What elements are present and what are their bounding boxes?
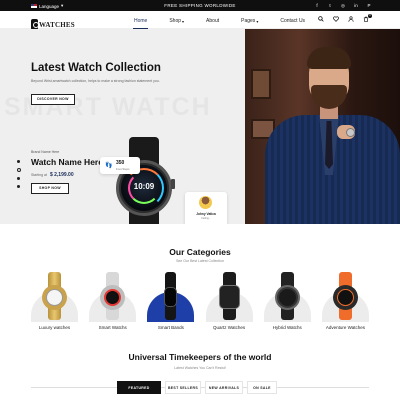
model-wrist-watch bbox=[346, 128, 355, 137]
model-photo bbox=[245, 29, 400, 224]
category-label: Smart Watchs bbox=[98, 325, 127, 330]
nav-shop[interactable]: Shop ▾ bbox=[169, 16, 184, 26]
cart-icon[interactable]: 0 bbox=[363, 14, 372, 23]
main-header: WATCHES WATCHES STORE Home Shop▾ About P… bbox=[0, 11, 400, 35]
category-hybrid[interactable]: Hybrid Watchs bbox=[263, 270, 311, 330]
caller-status: Calling... bbox=[201, 217, 211, 220]
nav-about[interactable]: About bbox=[206, 16, 219, 26]
main-nav: Home Shop ▾ About Pages ▾ Contact Us bbox=[132, 16, 327, 29]
chevron-down-icon: ▾ bbox=[182, 18, 185, 24]
facebook-icon[interactable]: f bbox=[314, 3, 320, 9]
categories-subtitle: See Our Best Latest Collection bbox=[176, 259, 224, 263]
top-bar: Language ▾ FREE SHIPPING WORLDWIDE f t ◎… bbox=[0, 0, 400, 11]
slider-dot[interactable] bbox=[17, 177, 20, 180]
social-links: f t ◎ in P bbox=[314, 3, 372, 9]
discover-now-button[interactable]: DISCOVER NOW bbox=[31, 94, 75, 105]
steps-label: Foot Steps bbox=[116, 167, 130, 171]
instagram-icon[interactable]: ◎ bbox=[340, 3, 346, 9]
model-hair bbox=[307, 47, 351, 69]
hero-title: Latest Watch Collection bbox=[31, 62, 161, 74]
category-image bbox=[31, 270, 78, 322]
tab-new-arrivals[interactable]: NEW ARRIVALS bbox=[205, 381, 243, 394]
category-label: Smart Bands bbox=[157, 325, 184, 330]
category-label: Luxury watches bbox=[38, 325, 71, 330]
category-image bbox=[205, 270, 253, 322]
background-shelf bbox=[251, 69, 271, 99]
slider-dot[interactable] bbox=[17, 185, 20, 188]
slider-dot[interactable] bbox=[17, 160, 20, 163]
category-image bbox=[321, 270, 369, 322]
linkedin-icon[interactable]: in bbox=[353, 3, 359, 9]
category-label: Adventure Watches bbox=[325, 325, 365, 330]
pinterest-icon[interactable]: P bbox=[366, 3, 372, 9]
caller-avatar bbox=[199, 196, 212, 209]
timekeepers-title: Universal Timekeepers of the world bbox=[128, 352, 272, 362]
header-actions: 0 bbox=[318, 14, 372, 23]
slider-dot-active[interactable] bbox=[16, 168, 21, 172]
price-row: Starting at $ 2,199.00 bbox=[31, 172, 74, 178]
category-label: Quartz Watches bbox=[213, 325, 246, 330]
category-smart-bands[interactable]: Smart Bands bbox=[147, 270, 195, 330]
category-adventure[interactable]: Adventure Watches bbox=[321, 270, 369, 330]
hero-banner: SMART WATCH Latest Watch Collection Beyo… bbox=[0, 29, 400, 224]
price-label: Starting at bbox=[31, 173, 47, 177]
category-list: Luxury watches Smart Watchs Smart Bands … bbox=[31, 270, 369, 330]
steps-card: 👣 350 Foot Steps bbox=[100, 157, 140, 174]
tab-best-sellers[interactable]: BEST SELLERS bbox=[165, 381, 201, 394]
watch-crown bbox=[171, 179, 175, 189]
brand-name: Brand Name Here bbox=[31, 150, 60, 154]
price-value: $ 2,199.00 bbox=[49, 172, 74, 178]
smartwatch-image: 10:09 bbox=[104, 137, 184, 224]
search-icon[interactable] bbox=[318, 16, 324, 23]
cart-count-badge: 0 bbox=[368, 14, 372, 18]
caller-name: Johny Vatica bbox=[196, 212, 216, 216]
category-smart-watches[interactable]: Smart Watchs bbox=[89, 270, 137, 330]
hero-subtitle: Beyond Wrist,smartwatch collection, help… bbox=[31, 79, 160, 83]
chevron-down-icon: ▾ bbox=[256, 18, 259, 24]
slider-dots bbox=[16, 160, 21, 188]
watch-name: Watch Name Here bbox=[31, 157, 103, 167]
nav-pages[interactable]: Pages ▾ bbox=[241, 16, 258, 26]
incoming-call-card: Johny Vatica Calling... ✆ ✆ bbox=[185, 192, 227, 224]
nav-home[interactable]: Home bbox=[132, 16, 149, 29]
twitter-icon[interactable]: t bbox=[327, 3, 333, 9]
tab-on-sale[interactable]: ON SALE bbox=[247, 381, 277, 394]
tab-featured[interactable]: FEATURED bbox=[117, 381, 161, 394]
category-label: Hybrid Watchs bbox=[272, 325, 302, 330]
product-tabs: FEATURED BEST SELLERS NEW ARRIVALS ON SA… bbox=[117, 381, 277, 394]
footsteps-icon: 👣 bbox=[105, 163, 113, 169]
category-image bbox=[263, 270, 311, 322]
watch-time: 10:09 bbox=[133, 182, 155, 191]
nav-contact[interactable]: Contact Us bbox=[280, 16, 305, 26]
category-image bbox=[147, 270, 195, 322]
heart-icon[interactable] bbox=[333, 16, 339, 23]
category-image bbox=[89, 270, 137, 322]
steps-value: 350 bbox=[116, 160, 125, 166]
logo-text: WATCHES bbox=[39, 21, 75, 29]
category-luxury[interactable]: Luxury watches bbox=[31, 270, 78, 330]
shop-now-button[interactable]: SHOP NOW bbox=[31, 183, 69, 194]
categories-title: Our Categories bbox=[169, 247, 231, 257]
timekeepers-subtitle: Latest Watches You Can't Resist! bbox=[174, 366, 226, 370]
model-beard bbox=[311, 85, 347, 109]
category-quartz[interactable]: Quartz Watches bbox=[205, 270, 253, 330]
user-icon[interactable] bbox=[348, 16, 354, 23]
